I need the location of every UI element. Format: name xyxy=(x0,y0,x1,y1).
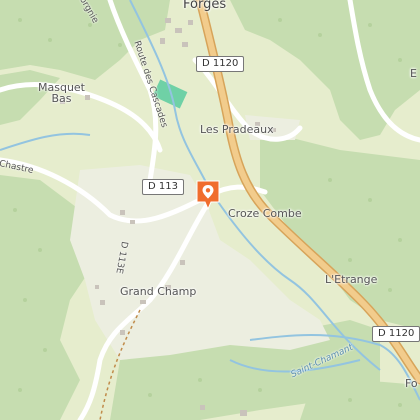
place-label-partial-right-top: E xyxy=(410,67,417,80)
place-label-letrange: L'Etrange xyxy=(325,273,378,286)
road-shield-d1120-bottom: D 1120 xyxy=(372,326,420,342)
place-label-croze-combe: Croze Combe xyxy=(228,207,302,220)
map-canvas[interactable]: Forgès Masquet Bas Les Pradeaux Croze Co… xyxy=(0,0,420,420)
map-pin-icon xyxy=(196,180,220,211)
location-marker[interactable] xyxy=(196,180,220,211)
place-label-grand-champ: Grand Champ xyxy=(120,285,197,298)
place-label-forges: Forgès xyxy=(183,0,227,12)
road-shield-d113: D 113 xyxy=(142,179,184,195)
road-shield-d1120-top: D 1120 xyxy=(196,56,245,72)
place-label-partial-right-bottom: Fo xyxy=(405,377,418,390)
place-label-les-pradeaux: Les Pradeaux xyxy=(200,123,274,136)
place-label-masquet-bas: Masquet Bas xyxy=(38,81,85,105)
